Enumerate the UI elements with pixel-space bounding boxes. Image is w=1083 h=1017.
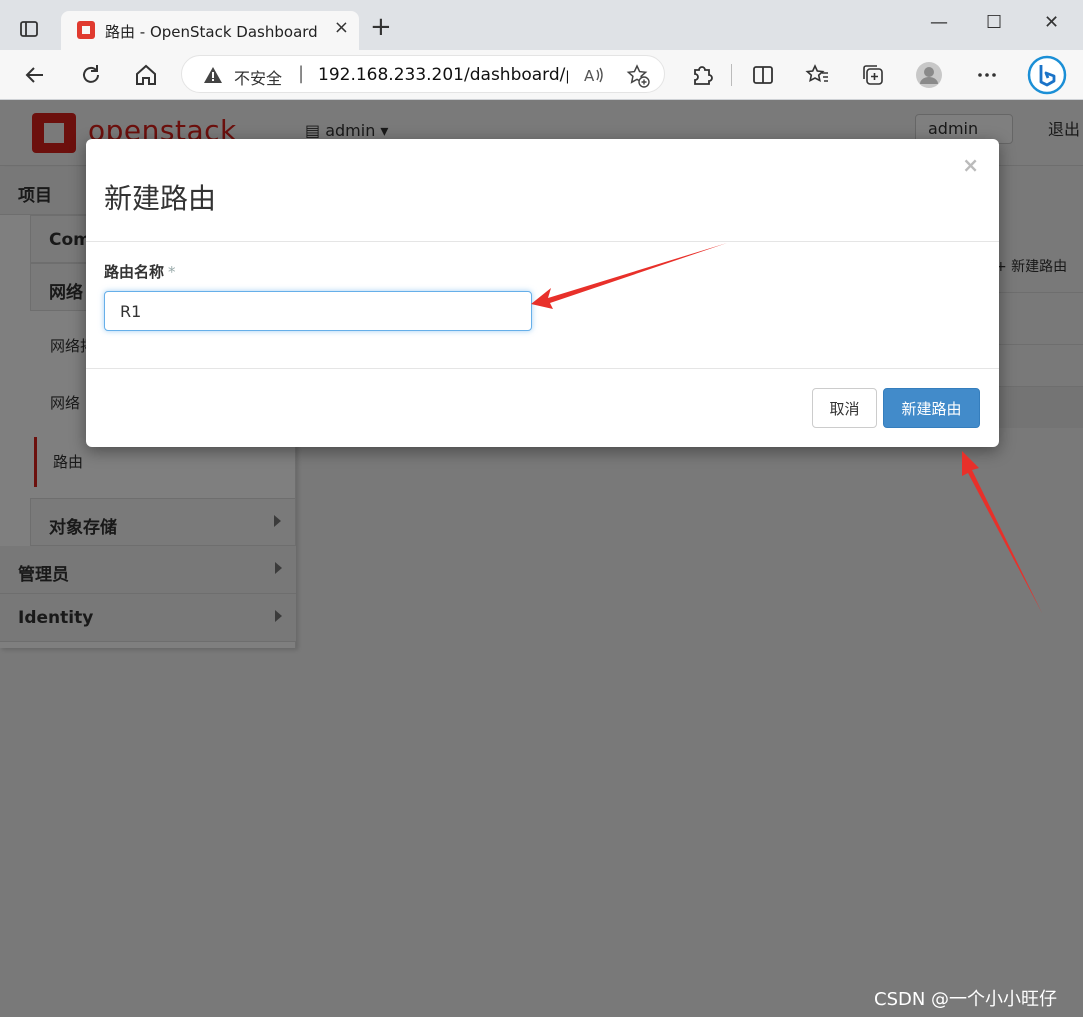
screen: 路由 - OpenStack Dashboard × + — ☐ ✕ 不安全 | <box>0 0 1083 1017</box>
annotation-arrow-to-input <box>531 243 727 309</box>
watermark: CSDN @一个小小旺仔 <box>874 989 1058 1010</box>
annotation-arrow-to-submit <box>962 451 1042 613</box>
annotation-arrows <box>531 243 1042 613</box>
